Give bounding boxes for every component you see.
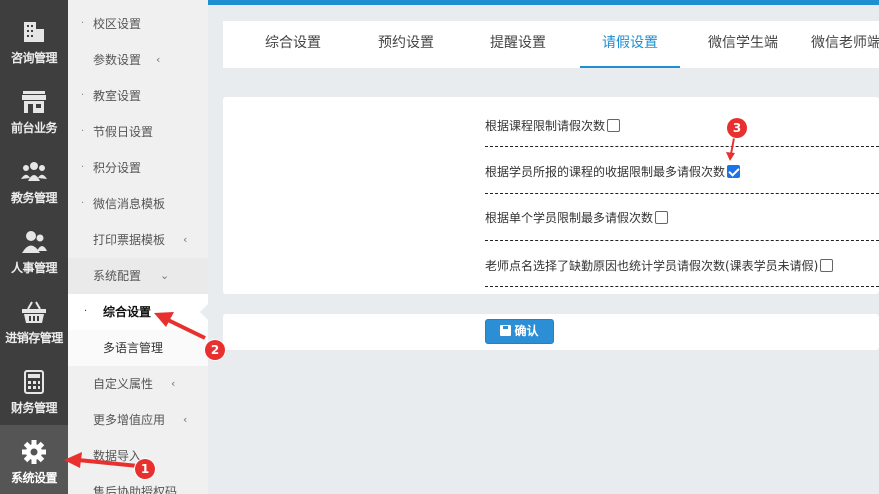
bullet-icon: · bbox=[81, 18, 85, 29]
option-course-limit: 根据课程限制请假次数 bbox=[485, 117, 621, 134]
nav-item-finance[interactable]: 财务管理 bbox=[0, 355, 68, 425]
chevron-left-icon: ‹ bbox=[171, 377, 176, 390]
calculator-icon bbox=[24, 370, 44, 394]
submenu-item-label: 积分设置 bbox=[93, 161, 142, 175]
primary-nav: 咨询管理 前台业务 教务管理 人事管理 进销存管理 财务管理 系统设置 bbox=[0, 0, 68, 494]
submenu-item-label: 教室设置 bbox=[93, 89, 142, 103]
submenu-item-points[interactable]: · 积分设置 bbox=[68, 150, 208, 186]
submenu-item-label: 售后协助授权码 bbox=[93, 485, 178, 494]
bullet-icon: · bbox=[81, 90, 85, 101]
nav-label: 教务管理 bbox=[10, 191, 58, 205]
confirm-label: 确认 bbox=[514, 324, 539, 338]
annotation-badge-1: 1 bbox=[135, 459, 155, 479]
nav-label: 系统设置 bbox=[10, 471, 58, 485]
tab-reminder[interactable]: 提醒设置 bbox=[475, 21, 561, 68]
nav-label: 前台业务 bbox=[10, 121, 58, 135]
submenu-item-classroom[interactable]: · 教室设置 bbox=[68, 78, 208, 114]
absence-count-checkbox[interactable] bbox=[820, 259, 834, 272]
bullet-icon: · bbox=[84, 306, 88, 317]
option-student-limit: 根据单个学员限制最多请假次数 bbox=[485, 209, 669, 226]
chevron-left-icon: ‹ bbox=[183, 233, 188, 246]
submenu-item-label: 系统配置 bbox=[93, 269, 142, 283]
nav-item-front-desk[interactable]: 前台业务 bbox=[0, 75, 68, 145]
submenu-item-holiday[interactable]: · 节假日设置 bbox=[68, 114, 208, 150]
settings-tabs: 综合设置 预约设置 提醒设置 请假设置 微信学生端 微信老师端 bbox=[223, 21, 879, 68]
submenu-item-label: 微信消息模板 bbox=[93, 197, 166, 211]
nav-label: 进销存管理 bbox=[5, 331, 63, 345]
selection-pointer bbox=[200, 304, 208, 320]
submenu-item-label: 校区设置 bbox=[93, 17, 142, 31]
bullet-icon: · bbox=[81, 126, 85, 137]
divider bbox=[485, 286, 879, 287]
chevron-left-icon: ‹ bbox=[156, 53, 161, 66]
tab-wechat-student[interactable]: 微信学生端 bbox=[693, 21, 793, 68]
group-icon bbox=[21, 162, 47, 181]
basket-icon bbox=[22, 301, 46, 323]
bullet-icon: · bbox=[81, 198, 85, 209]
storefront-icon bbox=[22, 91, 46, 113]
top-bar bbox=[208, 0, 879, 5]
option-receipt-limit: 根据学员所报的课程的收据限制最多请假次数 bbox=[485, 163, 741, 180]
submenu-item-language[interactable]: 多语言管理 bbox=[68, 330, 208, 366]
submenu-item-general-settings[interactable]: · 综合设置 bbox=[68, 294, 208, 330]
submenu-item-label: 更多增值应用 bbox=[93, 413, 166, 427]
submenu-item-label: 数据导入 bbox=[93, 449, 142, 463]
submenu-item-label: 多语言管理 bbox=[103, 341, 164, 355]
nav-label: 人事管理 bbox=[10, 261, 58, 275]
submenu-item-custom-attrs[interactable]: 自定义属性 ‹ bbox=[68, 366, 208, 402]
tab-wechat-teacher[interactable]: 微信老师端 bbox=[811, 21, 879, 68]
nav-label: 咨询管理 bbox=[10, 51, 58, 65]
course-limit-checkbox[interactable] bbox=[607, 119, 621, 132]
building-icon bbox=[24, 22, 44, 42]
option-label: 老师点名选择了缺勤原因也统计学员请假次数(课表学员未请假) bbox=[485, 259, 819, 273]
divider bbox=[485, 146, 879, 147]
divider bbox=[485, 193, 879, 194]
submenu-item-params[interactable]: 参数设置 ‹ bbox=[68, 42, 208, 78]
confirm-button[interactable]: 确认 bbox=[485, 319, 554, 344]
submenu-item-value-added[interactable]: 更多增值应用 ‹ bbox=[68, 402, 208, 438]
submenu-item-label: 综合设置 bbox=[103, 305, 152, 319]
nav-item-consulting[interactable]: 咨询管理 bbox=[0, 5, 68, 75]
submenu-item-label: 参数设置 bbox=[93, 53, 142, 67]
nav-label: 财务管理 bbox=[10, 401, 58, 415]
save-icon bbox=[500, 325, 512, 336]
sub-menu: · 校区设置 参数设置 ‹ · 教室设置 · 节假日设置 · 积分设置 · 微信… bbox=[68, 0, 208, 494]
receipt-limit-checkbox[interactable] bbox=[727, 165, 741, 178]
leave-settings-panel: 根据课程限制请假次数 根据学员所报的课程的收据限制最多请假次数 根据单个学员限制… bbox=[223, 97, 879, 294]
submenu-item-label: 打印票据模板 bbox=[93, 233, 166, 247]
nav-item-inventory[interactable]: 进销存管理 bbox=[0, 285, 68, 355]
nav-item-system-settings[interactable]: 系统设置 bbox=[0, 425, 68, 494]
submenu-item-label: 节假日设置 bbox=[93, 125, 154, 139]
tab-leave[interactable]: 请假设置 bbox=[580, 21, 680, 68]
chevron-down-icon: ⌄ bbox=[160, 269, 170, 282]
submenu-item-campus[interactable]: · 校区设置 bbox=[68, 6, 208, 42]
student-limit-checkbox[interactable] bbox=[655, 211, 669, 224]
submenu-item-print-template[interactable]: 打印票据模板 ‹ bbox=[68, 222, 208, 258]
option-label: 根据学员所报的课程的收据限制最多请假次数 bbox=[485, 165, 726, 179]
annotation-badge-2: 2 bbox=[205, 340, 225, 360]
option-label: 根据课程限制请假次数 bbox=[485, 119, 606, 133]
divider bbox=[485, 240, 879, 241]
submenu-item-system-config[interactable]: 系统配置 ⌄ bbox=[68, 258, 208, 294]
tab-general[interactable]: 综合设置 bbox=[250, 21, 336, 68]
annotation-badge-3: 3 bbox=[727, 118, 747, 138]
nav-item-hr[interactable]: 人事管理 bbox=[0, 215, 68, 285]
tab-booking[interactable]: 预约设置 bbox=[363, 21, 449, 68]
action-panel: 确认 bbox=[223, 314, 879, 350]
bullet-icon: · bbox=[81, 162, 85, 173]
users-icon bbox=[22, 231, 47, 253]
chevron-left-icon: ‹ bbox=[183, 413, 188, 426]
submenu-item-label: 自定义属性 bbox=[93, 377, 154, 391]
nav-item-academic[interactable]: 教务管理 bbox=[0, 145, 68, 215]
option-label: 根据单个学员限制最多请假次数 bbox=[485, 211, 654, 225]
option-absence-count: 老师点名选择了缺勤原因也统计学员请假次数(课表学员未请假) bbox=[485, 257, 834, 274]
gear-icon bbox=[22, 440, 46, 464]
submenu-item-wechat-template[interactable]: · 微信消息模板 bbox=[68, 186, 208, 222]
